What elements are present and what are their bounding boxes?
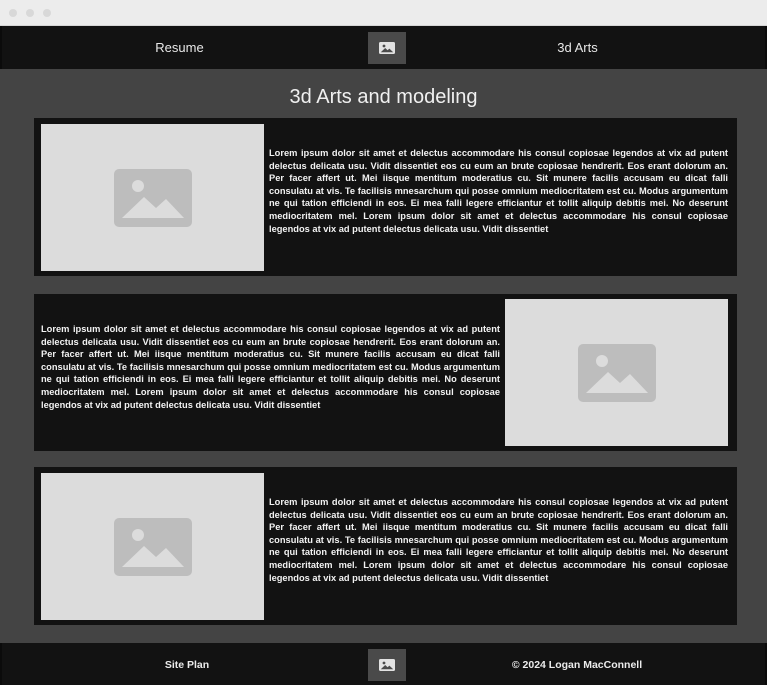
image-placeholder-icon: [113, 517, 192, 576]
window-maximize-dot[interactable]: [43, 9, 51, 17]
nav-link-3d-arts[interactable]: 3d Arts: [530, 26, 625, 69]
content-card: Lorem ipsum dolor sit amet et delectus a…: [34, 294, 737, 451]
card-description: Lorem ipsum dolor sit amet et delectus a…: [269, 148, 728, 234]
nav-link-resume[interactable]: Resume: [132, 26, 227, 69]
browser-window: Resume 3d Arts 3d Arts and modeling Lore…: [0, 0, 767, 685]
image-placeholder: [41, 473, 264, 620]
window-title-bar: [0, 0, 767, 26]
image-placeholder: [505, 299, 728, 446]
image-placeholder-icon: [379, 659, 395, 671]
window-minimize-dot[interactable]: [26, 9, 34, 17]
image-placeholder-icon: [113, 168, 192, 227]
image-placeholder: [41, 124, 264, 271]
card-description: Lorem ipsum dolor sit amet et delectus a…: [41, 324, 500, 410]
footer-link-site-plan[interactable]: Site Plan: [132, 643, 242, 685]
card-description: Lorem ipsum dolor sit amet et delectus a…: [269, 497, 728, 583]
site-header: Resume 3d Arts: [0, 26, 767, 69]
image-placeholder-icon: [577, 343, 656, 402]
copyright-text: © 2024 Logan MacConnell: [511, 659, 643, 671]
window-close-dot[interactable]: [9, 9, 17, 17]
page-title: 3d Arts and modeling: [289, 86, 478, 108]
site-footer: Site Plan © 2024 Logan MacConnell: [0, 643, 767, 685]
content-card: Lorem ipsum dolor sit amet et delectus a…: [34, 118, 737, 276]
image-placeholder-icon: [379, 42, 395, 54]
footer-logo-button[interactable]: [368, 649, 406, 681]
content-card: Lorem ipsum dolor sit amet et delectus a…: [34, 467, 737, 625]
header-logo-button[interactable]: [368, 32, 406, 64]
